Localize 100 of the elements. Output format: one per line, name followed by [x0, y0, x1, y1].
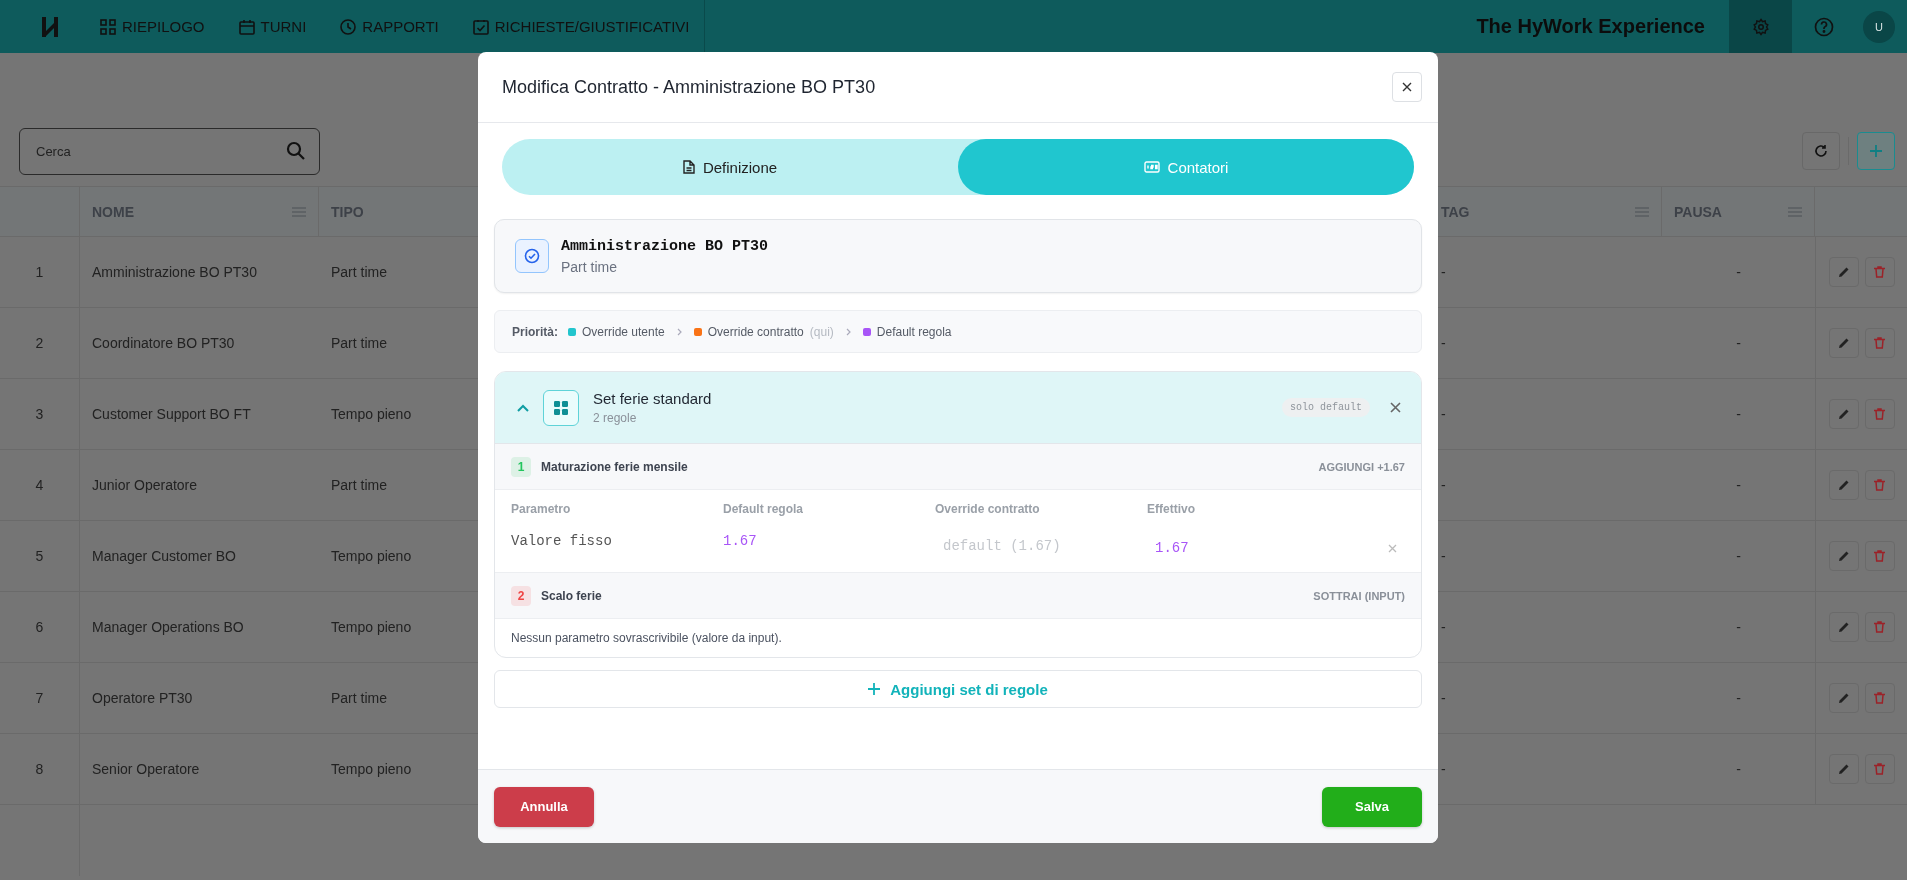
rule-count: 2 regole [593, 411, 638, 425]
close-icon [1388, 543, 1397, 553]
clock-icon [340, 18, 357, 35]
priority-item: Default regola [876, 324, 952, 339]
collapse-button[interactable] [517, 403, 529, 412]
pencil-icon [1837, 408, 1850, 420]
nav-link[interactable]: RIEPILOGO [100, 18, 205, 35]
contract-name: Amministrazione BO PT30 [561, 237, 769, 255]
settings-icon [1751, 17, 1770, 36]
checklist-icon [472, 18, 489, 35]
table-cell-text: Tempo pieno [330, 547, 413, 566]
table-cell-text: - [1735, 618, 1742, 637]
table-cell-text: - [1440, 334, 1447, 353]
delete-button[interactable] [1864, 754, 1895, 784]
table-cell-text: - [1735, 547, 1742, 566]
pencil-icon [1837, 266, 1850, 278]
override-field[interactable]: default (1.67) [935, 532, 1141, 560]
delete-button[interactable] [1864, 257, 1895, 287]
add-rule-set-button[interactable]: Aggiungi set di regole [494, 670, 1422, 708]
edit-button[interactable] [1828, 328, 1859, 358]
table-cell-text: Operatore PT30 [91, 689, 194, 708]
effective-value: 1.67 [1155, 540, 1190, 556]
table-cell-text: - [1440, 547, 1447, 566]
remove-button[interactable] [1390, 402, 1401, 413]
pencil-icon [1837, 550, 1850, 562]
edit-button[interactable] [1828, 257, 1859, 287]
document-icon [682, 160, 695, 174]
priority-item: Override utente [582, 324, 665, 339]
tab[interactable]: Contatori [958, 139, 1414, 195]
priority-note: (qui) [809, 324, 834, 339]
cancel-button[interactable]: Annulla [494, 786, 594, 827]
table-cell-text: - [1735, 405, 1742, 424]
counter-icon [1143, 161, 1160, 173]
rule-number: 1 [511, 456, 531, 477]
rule-number: 2 [511, 585, 531, 606]
column-header: Effettivo [1147, 502, 1196, 516]
trash-icon [1874, 479, 1885, 491]
settings-button[interactable] [1729, 0, 1792, 53]
table-cell-text: - [1735, 689, 1742, 708]
rule-set-title: Set ferie standard [593, 390, 712, 407]
trash-icon [1874, 408, 1885, 420]
brand-title: The HyWork Experience [1476, 15, 1705, 38]
table-cell: 1 [0, 237, 80, 307]
column-header: Default regola [723, 502, 804, 516]
parameter-name: Valore fisso [511, 533, 613, 549]
table-cell-text: Tempo pieno [330, 760, 413, 779]
column-header: Parametro [511, 502, 572, 516]
edit-button[interactable] [1828, 541, 1859, 571]
delete-button[interactable] [1864, 470, 1895, 500]
pencil-icon [1837, 621, 1850, 633]
table-cell-text: - [1735, 334, 1742, 353]
table-cell: 2 [0, 308, 80, 378]
trash-icon [1874, 550, 1885, 562]
user-avatar[interactable]: U [1863, 10, 1895, 43]
trash-icon [1874, 692, 1885, 704]
table-cell: 5 [0, 521, 80, 591]
chevron-icon [517, 403, 529, 412]
edit-button[interactable] [1828, 683, 1859, 713]
table-cell-text: Manager Operations BO [91, 618, 245, 637]
delete-button[interactable] [1864, 683, 1895, 713]
nav-link[interactable]: RAPPORTI [340, 18, 439, 35]
trash-icon [1874, 621, 1885, 633]
delete-button[interactable] [1864, 612, 1895, 642]
table-cell-text: - [1440, 689, 1447, 708]
search-field[interactable]: Cerca [19, 128, 320, 175]
nav-link[interactable]: TURNI [238, 18, 307, 35]
refresh-button[interactable] [1802, 132, 1840, 170]
edit-button[interactable] [1828, 470, 1859, 500]
table-cell: 6 [0, 592, 80, 662]
table-cell-text: - [1440, 476, 1447, 495]
nav-link[interactable]: RICHIESTE/GIUSTIFICATIVI [472, 18, 690, 35]
trash-icon [1874, 763, 1885, 775]
save-button[interactable]: Salva [1322, 786, 1422, 827]
table-cell-text: Part time [330, 334, 388, 353]
help-icon [1813, 16, 1834, 37]
table-cell-text: - [1440, 760, 1447, 779]
chevron-icon [676, 327, 682, 336]
delete-button[interactable] [1864, 541, 1895, 571]
edit-button[interactable] [1828, 399, 1859, 429]
table-cell-text: - [1440, 618, 1447, 637]
table-cell-text: Manager Customer BO [91, 547, 237, 566]
trash-icon [1874, 337, 1885, 349]
trash-icon [1874, 266, 1885, 278]
edit-button[interactable] [1828, 754, 1859, 784]
delete-button[interactable] [1864, 399, 1895, 429]
table-cell-text: Part time [330, 689, 388, 708]
delete-button[interactable] [1864, 328, 1895, 358]
tab[interactable]: Definizione [502, 139, 958, 195]
pencil-icon [1837, 763, 1850, 775]
table-cell-text: - [1735, 476, 1742, 495]
pencil-icon [1837, 692, 1850, 704]
rule-action: SOTTRAI (INPUT) [1313, 589, 1405, 602]
edit-button[interactable] [1828, 612, 1859, 642]
table-cell-text: Tempo pieno [330, 405, 413, 424]
grid-icon [543, 389, 579, 426]
clear-button[interactable] [1388, 543, 1397, 553]
rule-note: Nessun parametro sovrascrivibile (valore da input). [511, 631, 782, 645]
table-cell-text: - [1440, 263, 1447, 282]
plus-icon [1869, 144, 1883, 158]
close-button[interactable] [1392, 72, 1422, 102]
